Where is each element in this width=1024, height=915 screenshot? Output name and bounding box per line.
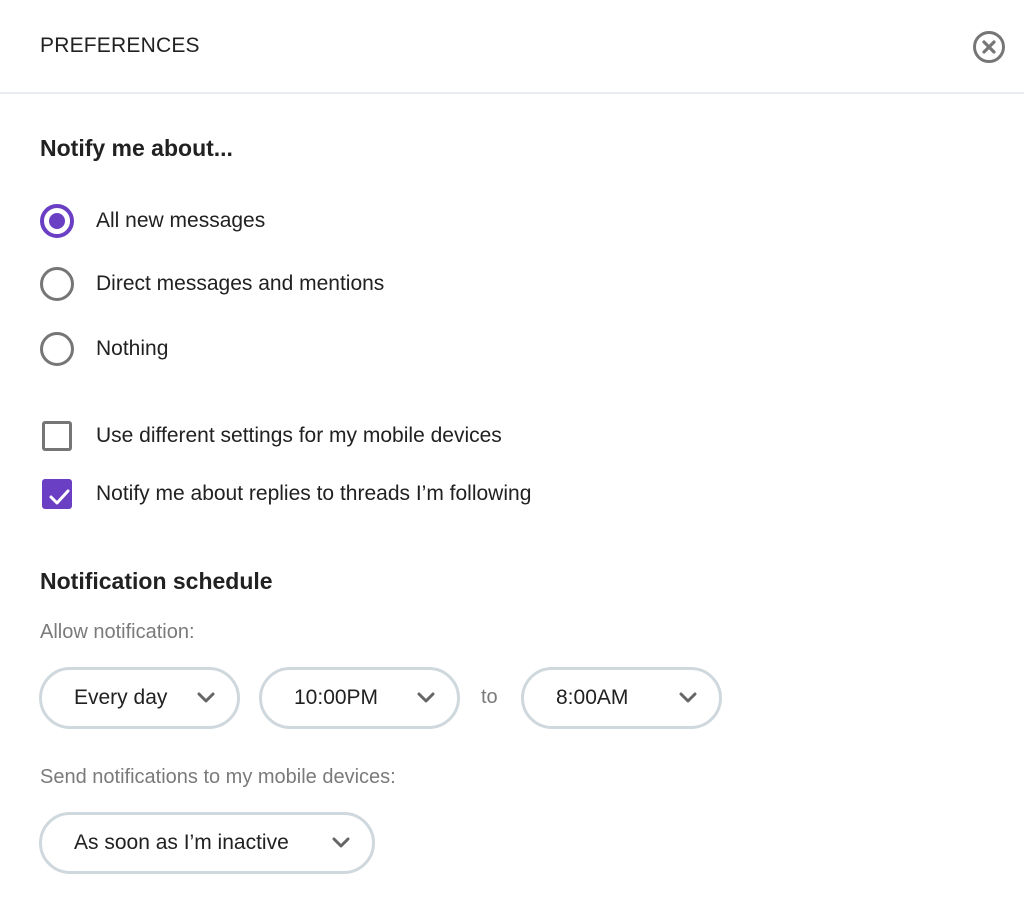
days-select[interactable]: Every day (39, 667, 240, 729)
to-time-value: 8:00AM (556, 686, 629, 709)
chevron-down-icon (332, 837, 350, 848)
checkbox-thread-replies[interactable]: Notify me about replies to threads I’m f… (40, 476, 531, 512)
notify-section-title: Notify me about... (40, 135, 233, 161)
close-circle-icon (973, 31, 1005, 63)
chevron-down-icon (197, 692, 215, 703)
checkbox-label: Use different settings for my mobile dev… (96, 424, 502, 447)
mobile-timing-select[interactable]: As soon as I’m inactive (39, 812, 375, 874)
from-time-value: 10:00PM (294, 686, 379, 709)
radio-button[interactable] (40, 267, 74, 301)
from-time-select[interactable]: 10:00PM (259, 667, 460, 729)
to-label: to (481, 686, 498, 708)
dialog-header: PREFERENCES (0, 0, 1024, 94)
close-button[interactable] (972, 30, 1006, 64)
checkmark-icon (49, 489, 70, 505)
dialog-title: PREFERENCES (40, 34, 200, 57)
radio-button[interactable] (40, 332, 74, 366)
checkbox-checked[interactable] (42, 479, 72, 509)
radio-label: Direct messages and mentions (96, 272, 385, 295)
radio-nothing[interactable]: Nothing (40, 331, 168, 367)
chevron-down-icon (417, 692, 435, 703)
days-select-value: Every day (74, 686, 168, 709)
radio-direct-messages-mentions[interactable]: Direct messages and mentions (40, 266, 384, 302)
mobile-notifications-label: Send notifications to my mobile devices: (40, 766, 396, 788)
radio-all-new-messages[interactable]: All new messages (40, 203, 265, 239)
radio-label: All new messages (96, 209, 266, 232)
mobile-timing-value: As soon as I’m inactive (74, 831, 289, 854)
radio-button-checked[interactable] (40, 204, 74, 238)
checkbox-mobile-settings[interactable]: Use different settings for my mobile dev… (40, 418, 502, 454)
allow-notification-label: Allow notification: (40, 621, 195, 643)
chevron-down-icon (679, 692, 697, 703)
schedule-section-title: Notification schedule (40, 568, 273, 594)
checkbox-label: Notify me about replies to threads I’m f… (96, 482, 532, 505)
radio-label: Nothing (96, 337, 169, 360)
checkbox[interactable] (42, 421, 72, 451)
to-time-select[interactable]: 8:00AM (521, 667, 722, 729)
